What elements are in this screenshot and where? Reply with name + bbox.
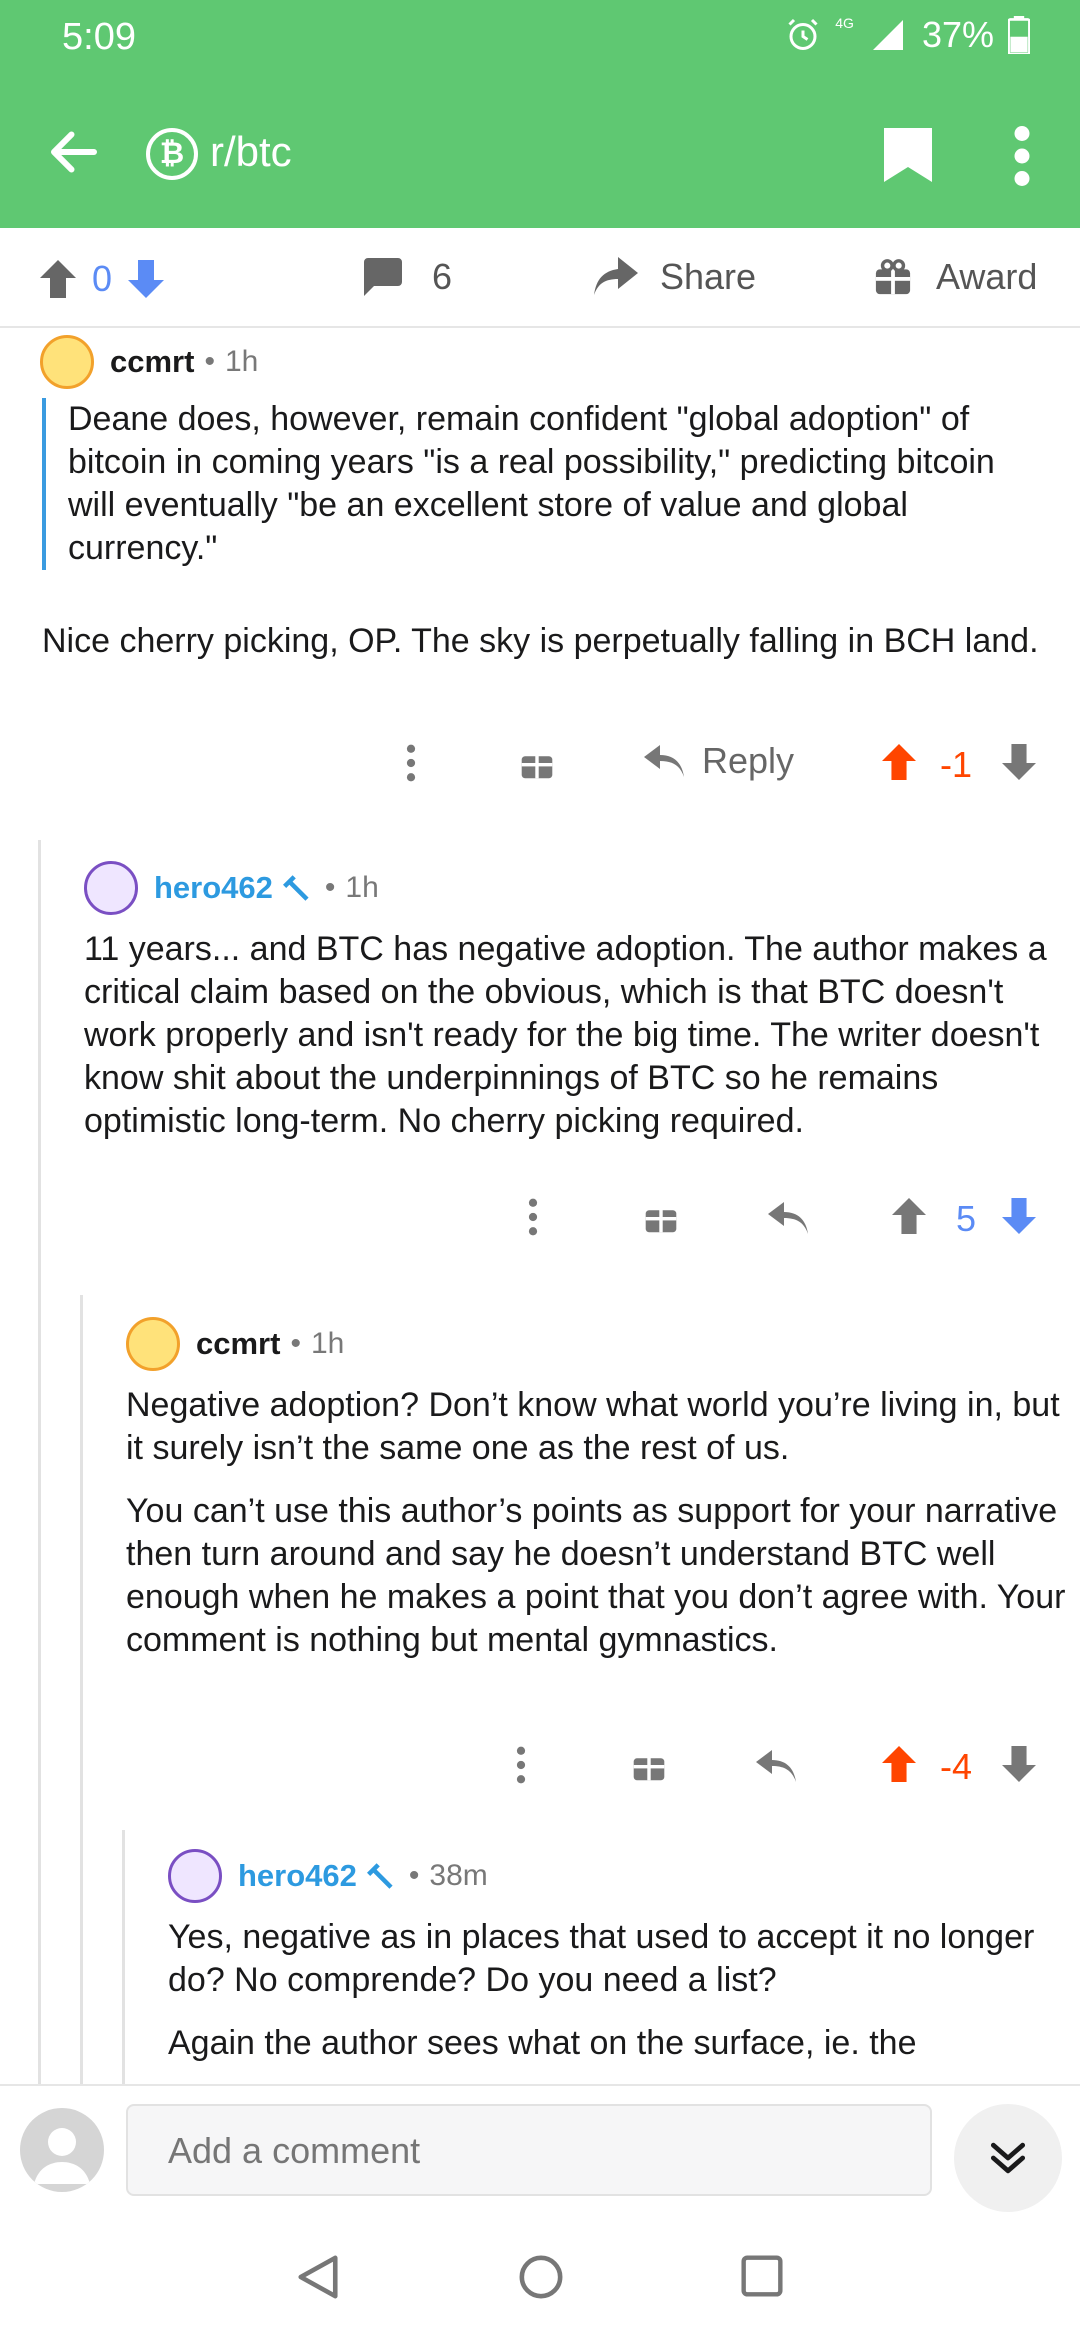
- bookmark-icon[interactable]: [884, 128, 932, 182]
- signal-icon: [872, 20, 903, 50]
- comments-button[interactable]: 6: [362, 256, 452, 298]
- default-user-icon: [34, 2128, 90, 2184]
- comment-body-paragraph-2: Again the author sees what on the surfac…: [168, 2024, 917, 2062]
- status-time: 5:09: [62, 16, 136, 58]
- gift-icon[interactable]: [632, 1748, 666, 1782]
- comment-score: -1: [940, 744, 973, 785]
- share-label: Share: [660, 256, 757, 297]
- comment-time: 1h: [224, 345, 259, 378]
- network-type: 4G: [835, 15, 854, 31]
- comment-body: Yes, negative as in places that used to …: [168, 1918, 1035, 1999]
- reply-button[interactable]: Reply: [644, 740, 794, 782]
- comment-author[interactable]: hero462: [238, 1858, 357, 1894]
- upvote-arrow-icon[interactable]: [40, 260, 76, 298]
- post-action-bar: 0 6 Share Award: [0, 228, 1080, 328]
- comment-time: 38m: [429, 1859, 488, 1892]
- comment-composer-bar: Add a comment: [0, 2084, 1080, 2216]
- comment-score: 5: [956, 1198, 977, 1239]
- comment-body: 11 years... and BTC has negative adoptio…: [84, 930, 1047, 1140]
- app-bar: ₿ r/btc: [0, 78, 1080, 228]
- gift-icon: [875, 259, 911, 295]
- downvote-arrow-icon[interactable]: [1002, 744, 1036, 780]
- share-arrow-icon: [594, 257, 638, 295]
- comment-actions: 5: [528, 1192, 1048, 1242]
- comment-body: Negative adoption? Don’t know what world…: [126, 1386, 1060, 1467]
- comment-author[interactable]: ccmrt: [196, 1326, 280, 1362]
- comment-ccmrt-1: ccmrt • 1h Deane does, however, remain c…: [40, 334, 1050, 663]
- post-vote-group: 0: [40, 258, 165, 300]
- subreddit-bitcoin-icon[interactable]: ₿: [146, 128, 198, 180]
- downvote-arrow-icon[interactable]: [128, 260, 165, 298]
- comment-separator: •: [290, 1327, 301, 1360]
- award-label: Award: [936, 256, 1038, 297]
- comment-actions: -4: [516, 1740, 1048, 1790]
- comment-bubble-icon: [364, 258, 402, 296]
- reply-arrow-icon: [644, 745, 684, 777]
- reply-arrow-icon[interactable]: [768, 1202, 808, 1234]
- comment-score: -4: [940, 1746, 973, 1787]
- wrench-icon: [282, 875, 309, 901]
- comment-separator: •: [204, 345, 215, 378]
- more-vertical-icon[interactable]: [1010, 126, 1034, 186]
- gift-icon[interactable]: [520, 746, 554, 780]
- comment-hero462-1: hero462 • 1h 11 years... and BTC has neg…: [84, 860, 1054, 1143]
- avatar[interactable]: [84, 861, 138, 915]
- comment-body: Nice cherry picking, OP. The sky is perp…: [42, 622, 1039, 660]
- avatar[interactable]: [40, 335, 94, 389]
- avatar[interactable]: [126, 1317, 180, 1371]
- more-vertical-icon[interactable]: [406, 744, 416, 782]
- nav-recents-icon[interactable]: [740, 2254, 784, 2298]
- more-vertical-icon[interactable]: [516, 1746, 526, 1784]
- share-button[interactable]: Share: [594, 256, 756, 298]
- gift-icon[interactable]: [644, 1200, 678, 1234]
- alarm-icon: [788, 18, 818, 50]
- post-vote-count: 0: [92, 258, 113, 299]
- reply-label: Reply: [702, 740, 795, 781]
- battery-icon: [1008, 16, 1030, 54]
- comment-actions: Reply -1: [400, 738, 1050, 788]
- status-bar: 5:09 4G 37%: [0, 0, 1080, 78]
- upvote-arrow-icon[interactable]: [882, 744, 916, 780]
- nav-back-icon[interactable]: [296, 2254, 340, 2300]
- comment-hero462-2: hero462 • 38m Yes, negative as in places…: [168, 1848, 1068, 2065]
- downvote-arrow-icon[interactable]: [1002, 1198, 1036, 1234]
- comment-header: ccmrt • 1h: [40, 334, 1050, 390]
- thread-line-level-2[interactable]: [80, 1295, 83, 2084]
- double-chevron-down-icon: [990, 2142, 1026, 2174]
- thread-line-level-1[interactable]: [38, 840, 41, 2084]
- subreddit-name[interactable]: r/btc: [210, 128, 292, 176]
- add-comment-input[interactable]: Add a comment: [126, 2104, 932, 2196]
- thread-line-level-3[interactable]: [122, 1830, 125, 2084]
- downvote-arrow-icon[interactable]: [1002, 1746, 1036, 1782]
- scroll-next-button[interactable]: [954, 2104, 1062, 2212]
- comment-ccmrt-2: ccmrt • 1h Negative adoption? Don’t know…: [126, 1316, 1066, 1662]
- comment-time: 1h: [345, 871, 379, 904]
- quote-text: Deane does, however, remain confident "g…: [68, 400, 995, 567]
- user-avatar[interactable]: [20, 2108, 104, 2192]
- upvote-arrow-icon[interactable]: [892, 1198, 926, 1234]
- upvote-arrow-icon[interactable]: [882, 1746, 916, 1782]
- comment-author[interactable]: ccmrt: [110, 344, 194, 380]
- battery-percent: 37%: [921, 14, 994, 55]
- comment-header: hero462 • 1h: [84, 860, 1054, 916]
- award-button[interactable]: Award: [874, 256, 1037, 298]
- system-nav-bar: [0, 2216, 1080, 2340]
- comment-author[interactable]: hero462: [154, 870, 273, 906]
- blockquote: Deane does, however, remain confident "g…: [42, 398, 1050, 570]
- comment-separator: •: [324, 871, 336, 904]
- reply-arrow-icon[interactable]: [756, 1750, 796, 1782]
- comment-count: 6: [432, 256, 453, 297]
- avatar[interactable]: [168, 1849, 222, 1903]
- comment-thread: ccmrt • 1h Deane does, however, remain c…: [0, 330, 1080, 2084]
- wrench-icon: [366, 1863, 393, 1889]
- back-arrow-icon[interactable]: [44, 122, 104, 182]
- comment-separator: •: [408, 1859, 420, 1892]
- status-icons: 4G 37%: [785, 14, 1030, 56]
- comment-header: ccmrt • 1h: [126, 1316, 1066, 1372]
- comment-body-paragraph-2: You can’t use this author’s points as su…: [126, 1492, 1066, 1659]
- comment-header: hero462 • 38m: [168, 1848, 1068, 1904]
- comment-time: 1h: [310, 1327, 345, 1360]
- more-vertical-icon[interactable]: [528, 1198, 538, 1236]
- nav-home-icon[interactable]: [518, 2254, 564, 2300]
